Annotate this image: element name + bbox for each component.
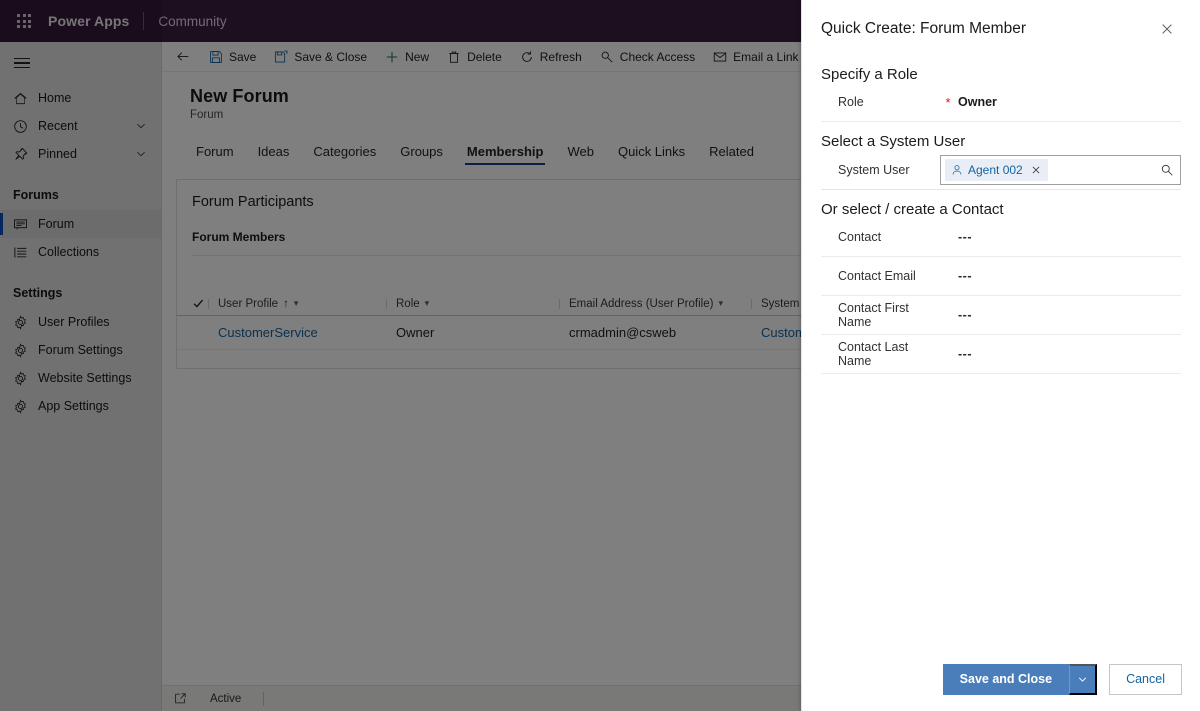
cancel-button[interactable]: Cancel: [1109, 663, 1182, 695]
field-value-role[interactable]: Owner: [958, 95, 997, 109]
required-indicator: *: [945, 94, 951, 110]
modal-overlay[interactable]: [162, 0, 801, 711]
close-icon[interactable]: [1028, 165, 1044, 175]
field-row-contact-last-name[interactable]: Contact Last Name ---: [821, 335, 1181, 374]
field-value-contact-email[interactable]: ---: [958, 269, 972, 283]
quick-create-footer: Save and Close Cancel: [802, 647, 1200, 711]
section-heading-select-a-system-user: Select a System User: [821, 133, 966, 150]
field-label: Contact: [838, 230, 882, 244]
field-value-contact-last-name[interactable]: ---: [958, 347, 972, 361]
field-row-system-user[interactable]: System User Agent 002: [821, 150, 1181, 189]
system-user-lookup-input[interactable]: Agent 002: [940, 154, 1181, 185]
quick-create-header: Quick Create: Forum Member: [802, 0, 1200, 58]
lookup-selected-pill[interactable]: Agent 002: [945, 158, 1048, 181]
section-heading-or-select-create-a-contact: Or select / create a Contact: [821, 201, 1004, 218]
chevron-down-icon[interactable]: [1069, 663, 1098, 695]
field-row-contact-first-name[interactable]: Contact First Name ---: [821, 296, 1181, 335]
lookup-pill-label: Agent 002: [968, 162, 1023, 177]
save-and-close-split-button: Save and Close: [942, 663, 1098, 695]
field-label: Contact First Name: [838, 301, 909, 329]
field-row-role[interactable]: Role * Owner: [821, 83, 1181, 122]
save-and-close-button[interactable]: Save and Close: [942, 663, 1070, 695]
search-icon[interactable]: [1160, 163, 1174, 177]
divider: [821, 189, 1181, 190]
field-value-contact[interactable]: ---: [958, 230, 972, 244]
field-row-contact-email[interactable]: Contact Email ---: [821, 257, 1181, 296]
field-label: System User: [838, 162, 910, 177]
field-label: Contact Last Name: [838, 340, 909, 368]
person-icon: [950, 163, 963, 176]
section-heading-specify-a-role: Specify a Role: [821, 66, 918, 83]
modal-overlay-sidebar: [0, 0, 162, 711]
quick-create-title: Quick Create: Forum Member: [821, 20, 1026, 37]
field-row-contact[interactable]: Contact ---: [821, 218, 1181, 257]
close-icon[interactable]: [1152, 14, 1182, 44]
screen-root: Power Apps Community Home Recent: [0, 0, 1200, 711]
field-label: Role: [838, 95, 864, 109]
quick-create-panel: Quick Create: Forum Member Specify a Rol…: [801, 0, 1200, 711]
field-label: Contact Email: [838, 269, 916, 283]
field-value-contact-first-name[interactable]: ---: [958, 308, 972, 322]
